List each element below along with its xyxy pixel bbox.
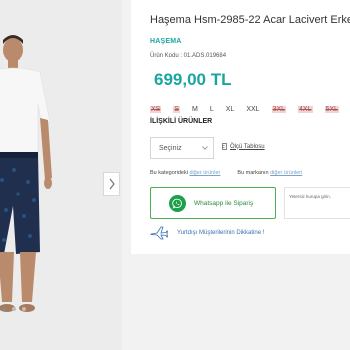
gallery-dot[interactable] — [12, 307, 16, 311]
whatsapp-order-button[interactable]: Whatsapp ile Sipariş — [150, 187, 276, 219]
gallery-dots — [2, 307, 26, 311]
chevron-right-icon — [108, 178, 115, 190]
brand-other-products-link[interactable]: diğer ürünleri — [270, 170, 302, 176]
select-value: Seçiniz — [159, 144, 182, 152]
size-option-5xl[interactable]: 5XL — [324, 106, 339, 113]
chevron-down-icon — [202, 146, 208, 150]
gallery-dot[interactable] — [22, 307, 26, 311]
size-selector: XS S M L XL XXL 3XL 4XL 5XL — [150, 106, 339, 113]
brand-text: Bu markanın — [237, 170, 269, 176]
international-customers-notice[interactable]: Yurtdışı Müşterilerinin Dikkatine ! — [150, 226, 264, 240]
size-option-xs[interactable]: XS — [150, 106, 162, 113]
category-text: Bu kategorideki — [150, 170, 188, 176]
size-chart-label: Ölçü Tablosu — [230, 143, 265, 150]
size-option-s[interactable]: S — [173, 106, 181, 113]
product-code: Ürün Kodu : 01.ADS.019684 — [150, 53, 227, 59]
product-price: 699,00 TL — [154, 70, 232, 89]
product-image-gallery[interactable] — [0, 0, 122, 350]
size-option-m[interactable]: M — [192, 106, 198, 113]
ruler-icon — [222, 143, 227, 150]
product-info-panel: Haşema Hsm-2985-22 Acar Lacivert Erkek H… — [131, 0, 350, 254]
size-option-3xl[interactable]: 3XL — [271, 106, 287, 113]
airplane-icon — [150, 226, 168, 240]
stock-notice-box: Yetersiz kurupa girin. — [284, 187, 350, 219]
size-option-4xl[interactable]: 4XL — [298, 106, 313, 113]
size-option-xxl[interactable]: XXL — [246, 106, 259, 113]
international-notice-text: Yurtdışı Müşterilerinin Dikkatine ! — [177, 230, 265, 236]
related-products-select[interactable]: Seçiniz — [150, 137, 214, 159]
whatsapp-icon — [169, 194, 186, 212]
related-products-heading: İLİŞKİLİ ÜRÜNLER — [150, 118, 213, 125]
size-chart-link[interactable]: Ölçü Tablosu — [222, 143, 265, 150]
whatsapp-order-label: Whatsapp ile Sipariş — [194, 199, 254, 207]
gallery-dot[interactable] — [2, 307, 6, 311]
size-option-l[interactable]: L — [210, 106, 214, 113]
size-option-xl[interactable]: XL — [226, 106, 235, 113]
product-title: Haşema Hsm-2985-22 Acar Lacivert Erkek H… — [150, 14, 350, 26]
brand-label[interactable]: HAŞEMA — [150, 38, 182, 45]
other-products-links: Bu kategorideki diğer ürünler Bu markanı… — [150, 170, 302, 176]
category-other-products-link[interactable]: diğer ürünler — [189, 170, 220, 176]
gallery-next-button[interactable] — [103, 172, 120, 196]
